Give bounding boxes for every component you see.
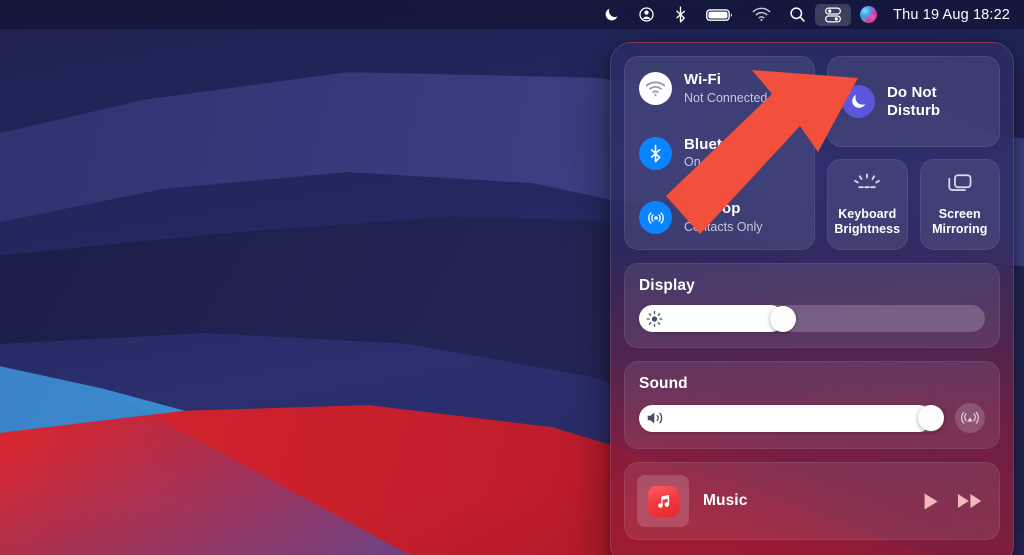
play-icon[interactable]	[920, 491, 941, 512]
airdrop-status: Contacts Only	[684, 219, 763, 234]
display-slider-row	[639, 305, 985, 332]
sound-slider-knob[interactable]	[917, 405, 944, 431]
sm-label-line2: Mirroring	[932, 221, 988, 236]
menu-bar: Thu 19 Aug 18:22	[0, 0, 1024, 29]
brightness-icon	[646, 310, 663, 327]
bluetooth-status: On	[684, 155, 701, 170]
music-transport-controls	[920, 491, 983, 512]
menubar-clock[interactable]: Thu 19 Aug 18:22	[893, 7, 1010, 23]
display-title: Display	[639, 277, 695, 294]
sound-slider-fill	[639, 404, 932, 432]
menubar-control-center-icon[interactable]	[815, 3, 852, 26]
dnd-label-line2: Disturb	[887, 101, 941, 119]
wifi-row[interactable]: Wi-Fi Not Connected	[639, 71, 800, 105]
menubar-siri-icon[interactable]	[851, 4, 886, 26]
do-not-disturb-tile[interactable]: Do Not Disturb	[827, 56, 1000, 147]
bluetooth-text: Bluetooth On	[684, 135, 755, 170]
music-note-icon	[647, 485, 679, 517]
screen-mirroring-icon	[946, 173, 974, 200]
dnd-label-line1: Do Not	[887, 83, 937, 101]
airplay-audio-icon[interactable]	[955, 403, 985, 433]
wifi-status: Not Connected	[684, 90, 768, 105]
sound-title: Sound	[639, 375, 688, 392]
music-app-name: Music	[703, 492, 748, 509]
music-album-thumbnail	[637, 475, 689, 527]
desktop: Thu 19 Aug 18:22 Wi-Fi Not Connected Blu…	[0, 0, 1024, 555]
keyboard-brightness-label: Keyboard Brightness	[834, 207, 900, 236]
menubar-battery-icon[interactable]	[697, 4, 743, 26]
keyboard-brightness-icon	[852, 173, 882, 200]
wifi-text: Wi-Fi Not Connected	[684, 71, 768, 105]
sm-label-line1: Screen	[938, 207, 981, 221]
airdrop-icon[interactable]	[639, 201, 672, 234]
wifi-title: Wi-Fi	[684, 71, 722, 89]
display-slider-knob[interactable]	[770, 305, 797, 332]
menubar-search-icon[interactable]	[780, 4, 815, 26]
menubar-do-not-disturb-moon-icon[interactable]	[594, 4, 629, 26]
airdrop-text: AirDrop Contacts Only	[684, 200, 763, 234]
do-not-disturb-label: Do Not Disturb	[887, 84, 940, 120]
mini-tiles-row: Keyboard Brightness Screen Mirroring	[827, 159, 1000, 250]
bluetooth-icon[interactable]	[639, 136, 672, 170]
control-center-right-column: Do Not Disturb Keyboard Brightness Scree…	[827, 56, 1000, 250]
kb-label-line2: Brightness	[834, 221, 901, 236]
kb-label-line1: Keyboard	[838, 207, 897, 221]
airdrop-title: AirDrop	[684, 200, 741, 218]
sound-card: Sound	[624, 361, 1000, 449]
keyboard-brightness-tile[interactable]: Keyboard Brightness	[827, 159, 908, 250]
sound-slider-row	[639, 403, 985, 433]
control-center-panel: Wi-Fi Not Connected Bluetooth On AirDrop…	[610, 42, 1014, 555]
bluetooth-row[interactable]: Bluetooth On	[639, 135, 800, 170]
display-brightness-slider[interactable]	[639, 305, 985, 332]
airdrop-row[interactable]: AirDrop Contacts Only	[639, 200, 800, 234]
volume-icon	[646, 410, 665, 426]
menubar-bluetooth-icon[interactable]	[664, 4, 697, 26]
connectivity-card: Wi-Fi Not Connected Bluetooth On AirDrop…	[624, 56, 815, 250]
menubar-wifi-icon[interactable]	[743, 4, 780, 26]
siri-orb	[860, 6, 878, 23]
bluetooth-title: Bluetooth	[684, 135, 755, 153]
music-card[interactable]: Music	[624, 462, 1000, 540]
display-card: Display	[624, 263, 1000, 348]
wifi-icon[interactable]	[639, 72, 672, 105]
menubar-user-account-icon[interactable]	[629, 4, 664, 26]
screen-mirroring-label: Screen Mirroring	[932, 207, 987, 236]
screen-mirroring-tile[interactable]: Screen Mirroring	[919, 159, 1000, 250]
sound-volume-slider[interactable]	[639, 404, 944, 432]
control-center-top-row: Wi-Fi Not Connected Bluetooth On AirDrop…	[624, 56, 1000, 250]
fast-forward-icon[interactable]	[957, 491, 983, 511]
moon-icon[interactable]	[842, 85, 875, 118]
